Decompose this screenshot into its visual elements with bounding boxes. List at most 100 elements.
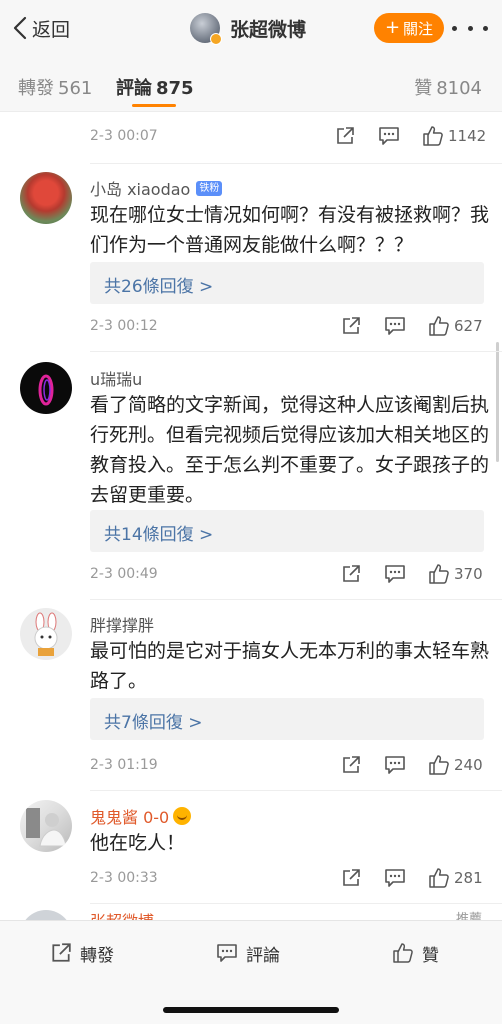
like-count: 1142 <box>448 127 487 145</box>
comment-icon <box>216 942 238 964</box>
tab-repost[interactable]: 轉發 561 <box>18 74 92 100</box>
dot-icon <box>452 25 457 31</box>
emoji-badge-icon <box>173 807 192 825</box>
username-text: u瑞瑞u <box>90 370 143 389</box>
author-avatar[interactable] <box>190 13 222 45</box>
plus-icon: + <box>384 17 401 38</box>
like-button[interactable]: 627 <box>428 314 483 338</box>
back-label: 返回 <box>32 18 71 41</box>
reply-icon[interactable] <box>378 126 400 146</box>
tab-like[interactable]: 贊 8104 <box>414 74 482 100</box>
share-icon <box>50 942 72 964</box>
tab-repost-label: 轉發 <box>18 78 54 99</box>
page-title: 张超微博 <box>230 18 307 41</box>
top-nav-bar: 返回 张超微博 + 關注 <box>0 0 502 56</box>
comment-username[interactable]: 小岛 xiaodao 铁粉 <box>90 176 223 200</box>
divider <box>90 163 502 164</box>
like-post-button[interactable]: 贊 <box>392 939 439 967</box>
comment-action-row: 2-3 00:12 627 <box>0 312 502 342</box>
like-button[interactable]: 370 <box>428 562 483 586</box>
like-button[interactable]: 1142 <box>422 124 486 148</box>
thumbs-up-icon <box>392 942 414 964</box>
comment-username[interactable]: u瑞瑞u <box>90 366 142 390</box>
like-count: 370 <box>454 565 483 583</box>
fan-badge: 铁粉 <box>196 180 223 196</box>
username-text: 鬼鬼酱 0-0 <box>90 808 170 827</box>
reply-icon[interactable] <box>384 868 406 888</box>
profile-title[interactable]: 张超微博 <box>190 12 307 45</box>
view-replies-button[interactable]: 共26條回復 > <box>90 262 484 304</box>
thumbs-up-icon <box>428 315 450 337</box>
like-count: 240 <box>454 756 483 774</box>
comment-time: 2-3 00:12 <box>90 318 158 334</box>
verified-icon <box>210 33 222 45</box>
comment-username[interactable]: 胖撑撑胖 <box>90 612 154 636</box>
username-text: 小岛 xiaodao <box>90 180 191 199</box>
share-icon[interactable] <box>341 316 361 336</box>
divider <box>90 351 502 352</box>
comment-time: 2-3 00:49 <box>90 566 158 582</box>
username-text: 张超微博 <box>90 908 154 920</box>
user-avatar[interactable] <box>20 608 72 660</box>
like-count: 281 <box>454 869 483 887</box>
tab-like-count: 8104 <box>436 78 482 99</box>
repost-label: 轉發 <box>80 945 114 966</box>
back-button[interactable]: 返回 <box>12 14 70 42</box>
dot-icon <box>483 25 488 31</box>
share-icon[interactable] <box>341 755 361 775</box>
comment-text: 最可怕的是它对于搞女人无本万利的事太轻车熟路了。 <box>90 640 490 692</box>
active-tab-indicator <box>132 104 176 107</box>
reply-icon[interactable] <box>384 755 406 775</box>
comment-action-row: 2-3 00:33 281 <box>0 864 502 894</box>
thumbs-up-icon <box>428 867 450 889</box>
tab-comment-count: 875 <box>156 78 194 99</box>
follow-button[interactable]: + 關注 <box>374 13 444 43</box>
person-photo-icon <box>26 808 67 847</box>
comment-time: 2-3 00:33 <box>90 870 158 886</box>
comment-text: 看了简略的文字新闻，觉得这种人应该阉割后执行死刑。但看完视频后觉得应该加大相关地… <box>90 394 490 506</box>
view-replies-button[interactable]: 共7條回復 > <box>90 698 484 740</box>
username-text: 胖撑撑胖 <box>90 616 155 635</box>
comment-label: 評論 <box>246 945 280 966</box>
tab-repost-count: 561 <box>58 78 93 99</box>
share-icon[interactable] <box>341 868 361 888</box>
thumbs-up-icon <box>428 563 450 585</box>
like-button[interactable]: 240 <box>428 753 483 777</box>
recommend-label: 推薦 <box>455 912 482 920</box>
more-options-button[interactable] <box>452 16 488 40</box>
tab-comment-label: 評論 <box>116 78 152 99</box>
comment-action-row: 2-3 01:19 240 <box>0 751 502 781</box>
comment-action-row: 2-3 00:07 1142 <box>0 122 502 152</box>
chevron-left-icon <box>13 16 27 40</box>
comment-text: 他在吃人！ <box>90 832 186 854</box>
reply-icon[interactable] <box>384 316 406 336</box>
comment-button[interactable]: 評論 <box>216 939 280 967</box>
view-replies-button[interactable]: 共14條回復 > <box>90 510 484 552</box>
repost-button[interactable]: 轉發 <box>50 939 114 967</box>
scrollbar[interactable] <box>496 342 499 462</box>
tab-bar: 轉發 561 評論 875 贊 8104 <box>0 56 502 112</box>
share-icon[interactable] <box>341 564 361 584</box>
reply-icon[interactable] <box>384 564 406 584</box>
share-icon[interactable] <box>335 126 355 146</box>
tab-comment[interactable]: 評論 875 <box>116 74 194 100</box>
next-comment-peek: 张超微博 推薦 <box>0 908 502 920</box>
user-avatar[interactable] <box>20 910 72 920</box>
like-button[interactable]: 281 <box>428 866 483 890</box>
user-avatar[interactable] <box>20 172 72 224</box>
divider <box>90 790 502 791</box>
user-avatar[interactable] <box>20 800 72 852</box>
follow-label: 關注 <box>403 19 434 38</box>
user-avatar[interactable] <box>20 362 72 414</box>
comment-text: 现在哪位女士情况如何啊？有没有被拯救啊？我们作为一个普通网友能做什么啊？？？ <box>90 204 490 256</box>
comment-username[interactable]: 鬼鬼酱 0-0 <box>90 804 192 828</box>
thumbs-up-icon <box>422 125 444 147</box>
bottom-action-bar: 轉發 評論 贊 <box>0 920 502 1024</box>
divider <box>90 599 502 600</box>
home-indicator[interactable] <box>163 1007 339 1013</box>
thumbs-up-icon <box>428 754 450 776</box>
like-count: 627 <box>454 317 483 335</box>
dot-icon <box>467 25 473 31</box>
comment-list[interactable]: 2-3 00:07 1142 小岛 xiaodao 铁粉 现在哪位女士情况如何啊… <box>0 112 502 920</box>
bunny-icon <box>34 612 58 656</box>
